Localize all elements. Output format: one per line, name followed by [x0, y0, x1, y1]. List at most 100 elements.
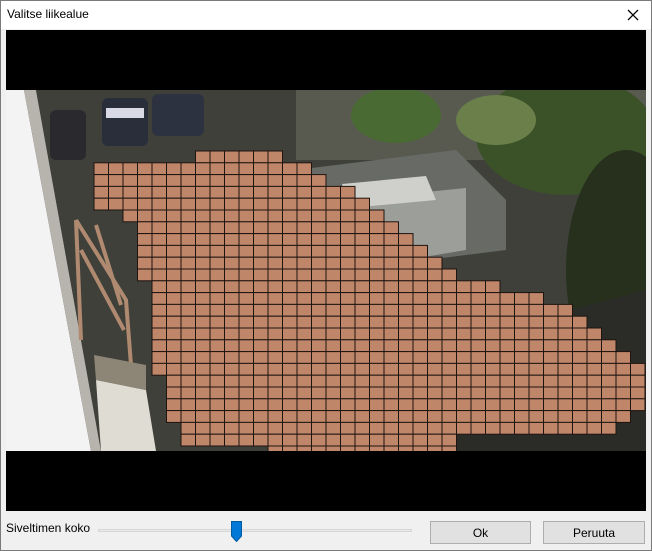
motion-cell[interactable]: [282, 292, 298, 305]
motion-cell[interactable]: [340, 221, 356, 235]
motion-cell[interactable]: [224, 150, 240, 164]
motion-cell[interactable]: [209, 421, 225, 435]
motion-cell[interactable]: [325, 398, 341, 412]
motion-cell[interactable]: [369, 421, 385, 435]
motion-cell[interactable]: [267, 197, 283, 211]
motion-cell[interactable]: [209, 386, 225, 400]
motion-cell[interactable]: [209, 351, 225, 364]
motion-cell[interactable]: [296, 256, 312, 270]
motion-cell[interactable]: [137, 162, 153, 176]
motion-cell[interactable]: [369, 351, 385, 364]
motion-cell[interactable]: [499, 327, 515, 341]
motion-cell[interactable]: [572, 398, 588, 412]
motion-cell[interactable]: [470, 280, 486, 294]
motion-cell[interactable]: [253, 256, 269, 270]
motion-cell[interactable]: [354, 421, 370, 435]
motion-cell[interactable]: [151, 256, 167, 270]
motion-cell[interactable]: [485, 362, 501, 376]
motion-cell[interactable]: [369, 362, 385, 376]
motion-cell[interactable]: [253, 362, 269, 376]
motion-cell[interactable]: [354, 303, 370, 317]
motion-cell[interactable]: [354, 209, 370, 223]
motion-cell[interactable]: [485, 327, 501, 341]
motion-cell[interactable]: [325, 327, 341, 341]
motion-cell[interactable]: [282, 197, 298, 211]
motion-cell[interactable]: [267, 221, 283, 235]
motion-cell[interactable]: [615, 362, 631, 376]
motion-cell[interactable]: [180, 398, 196, 412]
motion-cell[interactable]: [296, 433, 312, 447]
motion-cell[interactable]: [412, 280, 428, 294]
motion-cell[interactable]: [398, 433, 414, 447]
motion-cell[interactable]: [224, 292, 240, 305]
motion-cell[interactable]: [528, 339, 544, 353]
motion-cell[interactable]: [383, 327, 399, 341]
motion-cell[interactable]: [427, 327, 443, 341]
motion-cell[interactable]: [296, 315, 312, 329]
motion-cell[interactable]: [441, 421, 457, 435]
motion-cell[interactable]: [137, 256, 153, 270]
motion-cell[interactable]: [383, 233, 399, 246]
motion-cell[interactable]: [282, 209, 298, 223]
slider-thumb[interactable]: [231, 521, 242, 542]
motion-cell[interactable]: [427, 386, 443, 400]
motion-cell[interactable]: [224, 221, 240, 235]
motion-cell[interactable]: [311, 315, 327, 329]
motion-cell[interactable]: [224, 185, 240, 199]
motion-cell[interactable]: [441, 327, 457, 341]
motion-cell[interactable]: [427, 433, 443, 447]
motion-cell[interactable]: [586, 421, 602, 435]
motion-cell[interactable]: [195, 433, 211, 447]
motion-cell[interactable]: [151, 244, 167, 258]
motion-cell[interactable]: [137, 185, 153, 199]
motion-cell[interactable]: [151, 280, 167, 294]
motion-cell[interactable]: [253, 386, 269, 400]
motion-cell[interactable]: [340, 256, 356, 270]
motion-cell[interactable]: [354, 315, 370, 329]
motion-cell[interactable]: [557, 315, 573, 329]
motion-cell[interactable]: [325, 185, 341, 199]
motion-cell[interactable]: [282, 303, 298, 317]
motion-cell[interactable]: [470, 386, 486, 400]
motion-cell[interactable]: [572, 339, 588, 353]
motion-cell[interactable]: [267, 410, 283, 423]
motion-cell[interactable]: [557, 303, 573, 317]
motion-cell[interactable]: [369, 433, 385, 447]
motion-cell[interactable]: [456, 362, 472, 376]
motion-cell[interactable]: [137, 174, 153, 187]
motion-cell[interactable]: [325, 209, 341, 223]
motion-cell[interactable]: [209, 221, 225, 235]
motion-cell[interactable]: [325, 244, 341, 258]
motion-cell[interactable]: [311, 174, 327, 187]
motion-cell[interactable]: [282, 315, 298, 329]
motion-cell[interactable]: [528, 292, 544, 305]
motion-cell[interactable]: [166, 292, 182, 305]
motion-cell[interactable]: [224, 421, 240, 435]
motion-cell[interactable]: [528, 410, 544, 423]
motion-cell[interactable]: [398, 303, 414, 317]
motion-cell[interactable]: [499, 374, 515, 388]
motion-cell[interactable]: [572, 327, 588, 341]
motion-cell[interactable]: [311, 445, 327, 451]
motion-cell[interactable]: [412, 244, 428, 258]
motion-cell[interactable]: [224, 327, 240, 341]
motion-cell[interactable]: [224, 268, 240, 282]
motion-cell[interactable]: [253, 197, 269, 211]
motion-cell[interactable]: [253, 209, 269, 223]
motion-cell[interactable]: [543, 303, 559, 317]
motion-cell[interactable]: [122, 197, 138, 211]
motion-cell[interactable]: [253, 268, 269, 282]
motion-cell[interactable]: [209, 398, 225, 412]
motion-cell[interactable]: [325, 268, 341, 282]
motion-cell[interactable]: [601, 386, 617, 400]
motion-cell[interactable]: [383, 256, 399, 270]
motion-cell[interactable]: [166, 197, 182, 211]
motion-cell[interactable]: [499, 421, 515, 435]
motion-cell[interactable]: [485, 315, 501, 329]
motion-cell[interactable]: [383, 292, 399, 305]
motion-cell[interactable]: [224, 244, 240, 258]
motion-cell[interactable]: [398, 315, 414, 329]
motion-cell[interactable]: [296, 162, 312, 176]
motion-cell[interactable]: [325, 233, 341, 246]
motion-cell[interactable]: [224, 386, 240, 400]
